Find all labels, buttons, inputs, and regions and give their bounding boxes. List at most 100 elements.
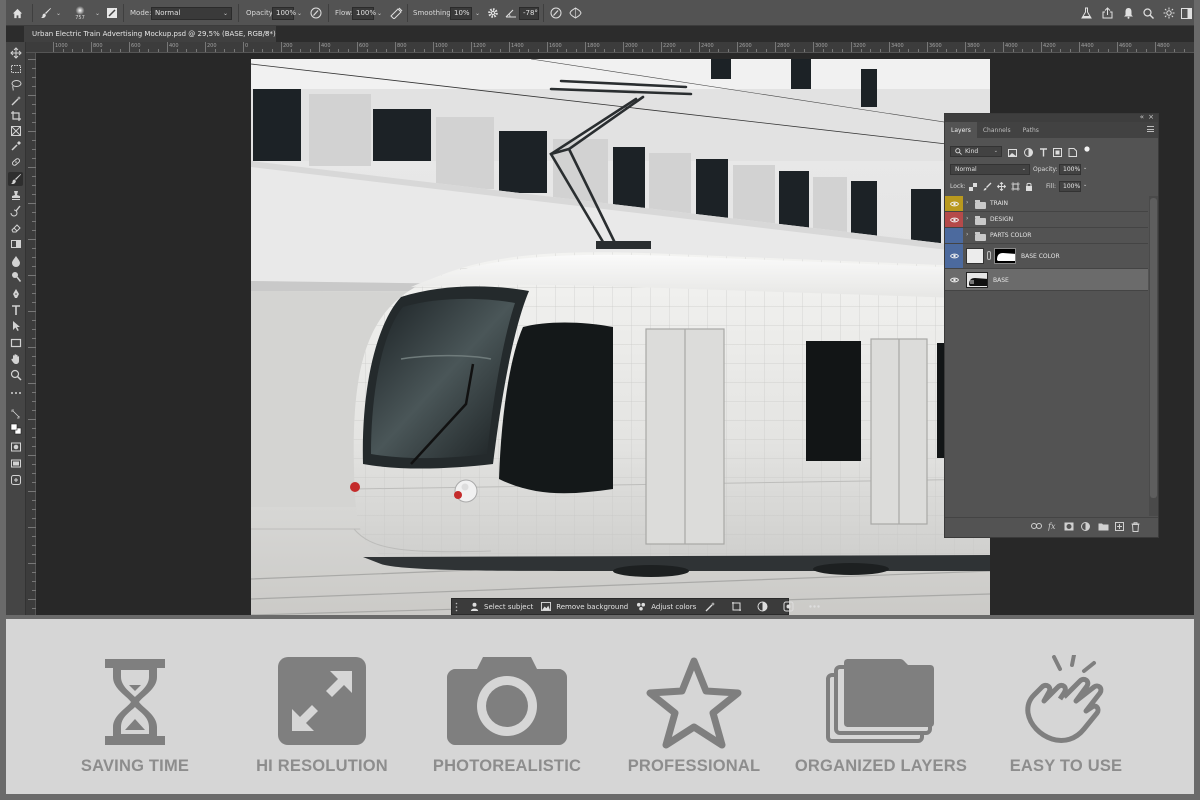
close-tab-icon[interactable]: × bbox=[264, 29, 270, 37]
new-layer-icon[interactable] bbox=[1115, 522, 1124, 531]
brush-angle-input[interactable]: -78° bbox=[519, 6, 539, 20]
marquee-tool-icon[interactable] bbox=[8, 62, 23, 76]
quick-mask-icon[interactable] bbox=[8, 440, 23, 454]
layer-visibility-toggle[interactable] bbox=[945, 228, 963, 243]
bell-icon[interactable] bbox=[1123, 0, 1134, 26]
brush-preset-picker[interactable]: 757 bbox=[74, 0, 86, 26]
object-select-tool-icon[interactable] bbox=[8, 94, 23, 108]
panel-menu-icon[interactable] bbox=[1147, 126, 1154, 134]
brush-tool-icon[interactable]: ⌄ bbox=[40, 0, 61, 26]
flask-icon[interactable] bbox=[1081, 0, 1092, 26]
share-icon[interactable] bbox=[1102, 0, 1113, 26]
layer-row-parts-color[interactable]: › PARTS COLOR bbox=[945, 228, 1148, 244]
lasso-tool-icon[interactable] bbox=[8, 78, 23, 92]
layer-fill-input[interactable]: 100% bbox=[1059, 181, 1081, 192]
blend-mode-select[interactable]: Normal ⌄ bbox=[950, 164, 1030, 175]
artboard-icon[interactable] bbox=[8, 473, 23, 487]
mask-button[interactable] bbox=[752, 599, 778, 614]
lock-pixels-icon[interactable] bbox=[983, 182, 992, 191]
dodge-tool-icon[interactable] bbox=[8, 270, 23, 284]
lock-position-icon[interactable] bbox=[997, 182, 1006, 191]
swap-colors-icon[interactable] bbox=[8, 407, 23, 421]
collapse-panel-icon[interactable]: « bbox=[1140, 113, 1144, 121]
tab-paths[interactable]: Paths bbox=[1017, 122, 1045, 138]
gradient-tool-icon[interactable] bbox=[8, 237, 23, 251]
brush-settings-icon[interactable] bbox=[106, 0, 118, 26]
remove-background-button[interactable]: Remove background bbox=[537, 599, 632, 614]
airbrush-icon[interactable] bbox=[390, 0, 403, 26]
document-tab[interactable]: Urban Electric Train Advertising Mockup.… bbox=[24, 26, 276, 42]
mask-link-icon[interactable] bbox=[987, 251, 991, 260]
close-panel-icon[interactable]: × bbox=[1148, 113, 1154, 121]
screen-mode-icon[interactable] bbox=[8, 457, 23, 471]
discover-icon[interactable] bbox=[1163, 0, 1175, 26]
layer-opacity-input[interactable]: 100% bbox=[1059, 164, 1081, 175]
chevron-down-icon[interactable]: ⌄ bbox=[377, 10, 382, 17]
workspace-icon[interactable] bbox=[1181, 0, 1192, 26]
chevron-right-icon[interactable]: › bbox=[966, 231, 968, 238]
more-tools-icon[interactable] bbox=[8, 386, 23, 400]
chevron-down-icon[interactable]: ⌄ bbox=[1083, 165, 1087, 171]
path-select-tool-icon[interactable] bbox=[8, 319, 23, 333]
search-icon[interactable] bbox=[1143, 0, 1154, 26]
layer-visibility-toggle[interactable] bbox=[945, 212, 963, 227]
symmetry-icon[interactable] bbox=[569, 0, 582, 26]
opacity-input[interactable]: 100% bbox=[272, 6, 296, 20]
ruler-top[interactable]: 1000 800 600 400 200 0 200 400 600 800 1000 1200 140… bbox=[26, 42, 1194, 53]
layer-row-train[interactable]: › TRAIN bbox=[945, 196, 1148, 212]
taskbar-grip[interactable] bbox=[452, 599, 466, 614]
link-layers-icon[interactable] bbox=[1031, 522, 1042, 530]
tab-layers[interactable]: Layers bbox=[945, 122, 977, 138]
adjustment-button[interactable] bbox=[778, 599, 804, 614]
layer-row-base-color[interactable]: BASE COLOR bbox=[945, 244, 1148, 269]
lock-artboard-icon[interactable] bbox=[1011, 182, 1020, 191]
crop-tool-icon[interactable] bbox=[8, 109, 23, 123]
filter-smart-object-icon[interactable] bbox=[1068, 148, 1077, 157]
layer-style-fx-icon[interactable]: fx bbox=[1048, 521, 1059, 531]
filter-pixel-icon[interactable] bbox=[1008, 149, 1017, 157]
filter-shape-icon[interactable] bbox=[1053, 148, 1062, 157]
frame-tool-icon[interactable] bbox=[8, 124, 23, 138]
move-tool-icon[interactable] bbox=[8, 46, 23, 60]
chevron-down-icon[interactable]: ⌄ bbox=[475, 10, 480, 17]
history-brush-tool-icon[interactable] bbox=[8, 204, 23, 218]
type-tool-icon[interactable] bbox=[8, 303, 23, 317]
layer-row-design[interactable]: › DESIGN bbox=[945, 212, 1148, 228]
more-options-button[interactable] bbox=[804, 599, 830, 614]
chevron-down-icon[interactable]: ⌄ bbox=[297, 10, 302, 17]
eyedropper-tool-icon[interactable] bbox=[8, 139, 23, 153]
zoom-tool-icon[interactable] bbox=[8, 368, 23, 382]
layer-visibility-toggle[interactable] bbox=[945, 269, 963, 290]
new-adjustment-icon[interactable] bbox=[1081, 522, 1090, 531]
gear-icon[interactable] bbox=[487, 0, 499, 26]
mode-select[interactable]: Normal ⌄ bbox=[151, 6, 232, 20]
pen-tool-icon[interactable] bbox=[8, 287, 23, 301]
tram-mockup-canvas[interactable] bbox=[251, 59, 990, 615]
lock-transparent-icon[interactable] bbox=[969, 183, 977, 191]
filter-type-icon[interactable] bbox=[1039, 148, 1048, 157]
crop-transform-button[interactable] bbox=[726, 599, 752, 614]
new-group-icon[interactable] bbox=[1098, 522, 1109, 531]
flow-input[interactable]: 100% bbox=[352, 6, 376, 20]
home-icon[interactable] bbox=[12, 0, 23, 26]
filter-toggle-icon[interactable] bbox=[1084, 146, 1090, 152]
blur-tool-icon[interactable] bbox=[8, 254, 23, 268]
scrollbar-thumb[interactable] bbox=[1150, 198, 1157, 498]
healing-brush-tool-icon[interactable] bbox=[8, 155, 23, 169]
layer-visibility-toggle[interactable] bbox=[945, 196, 963, 211]
eraser-tool-icon[interactable] bbox=[8, 221, 23, 235]
rectangle-tool-icon[interactable] bbox=[8, 336, 23, 350]
layer-visibility-toggle[interactable] bbox=[945, 244, 963, 268]
ruler-left[interactable] bbox=[26, 53, 36, 615]
brush-angle-icon[interactable] bbox=[505, 0, 517, 26]
trash-icon[interactable] bbox=[1131, 522, 1140, 532]
transform-brush-button[interactable] bbox=[700, 599, 726, 614]
color-swatches-icon[interactable] bbox=[8, 422, 23, 436]
chevron-right-icon[interactable]: › bbox=[966, 199, 968, 206]
lock-all-icon[interactable] bbox=[1025, 182, 1033, 191]
tab-channels[interactable]: Channels bbox=[977, 122, 1017, 138]
clone-stamp-tool-icon[interactable] bbox=[8, 188, 23, 202]
filter-adjustment-icon[interactable] bbox=[1024, 148, 1033, 157]
select-subject-button[interactable]: Select subject bbox=[466, 599, 537, 614]
adjust-colors-button[interactable]: Adjust colors bbox=[632, 599, 700, 614]
